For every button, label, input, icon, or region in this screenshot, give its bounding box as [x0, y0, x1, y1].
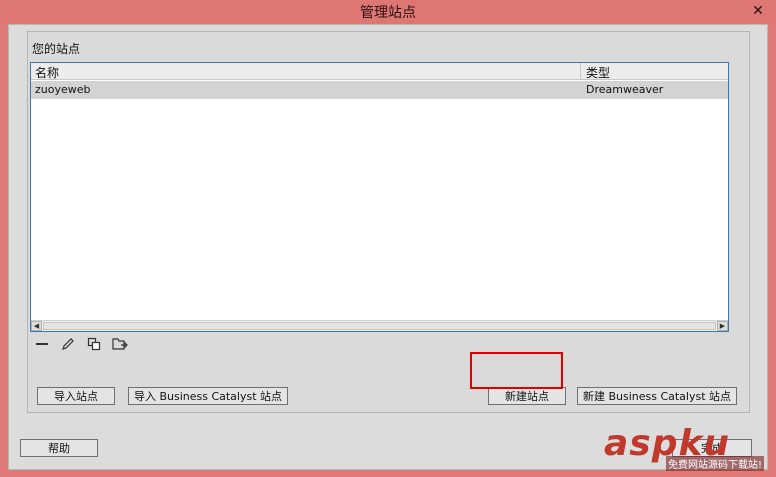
remove-site-button[interactable] [32, 336, 52, 352]
new-bc-site-button[interactable]: 新建 Business Catalyst 站点 [577, 387, 737, 405]
help-button[interactable]: 帮助 [20, 439, 98, 457]
export-site-button[interactable] [110, 336, 130, 352]
site-type-cell: Dreamweaver [586, 83, 664, 96]
duplicate-site-button[interactable] [84, 336, 104, 352]
scroll-thumb[interactable] [43, 322, 716, 330]
table-row[interactable]: zuoyeweb Dreamweaver [31, 81, 728, 99]
import-site-button[interactable]: 导入站点 [37, 387, 115, 405]
column-header-name[interactable]: 名称 [35, 64, 59, 81]
site-list[interactable]: 名称 类型 zuoyeweb Dreamweaver ◀ ▶ [30, 62, 729, 332]
column-divider[interactable] [580, 63, 581, 80]
site-name-cell: zuoyeweb [35, 83, 91, 96]
edit-icon [62, 338, 74, 350]
close-button[interactable]: ✕ [740, 0, 776, 22]
duplicate-icon [87, 337, 101, 351]
column-header-type[interactable]: 类型 [586, 64, 610, 81]
done-button[interactable]: 完成 [672, 439, 752, 457]
remove-icon [36, 343, 48, 345]
new-site-button[interactable]: 新建站点 [488, 387, 566, 405]
scroll-right-icon[interactable]: ▶ [717, 321, 728, 331]
window-title: 管理站点 [360, 5, 416, 21]
title-bar: 管理站点 ✕ [0, 0, 776, 24]
group-title: 您的站点 [32, 42, 81, 56]
scroll-left-icon[interactable]: ◀ [31, 321, 42, 331]
horizontal-scrollbar[interactable]: ◀ ▶ [31, 320, 728, 331]
close-icon: ✕ [752, 3, 764, 19]
import-bc-site-button[interactable]: 导入 Business Catalyst 站点 [128, 387, 288, 405]
sites-group: 您的站点 名称 类型 zuoyeweb Dreamweaver ◀ ▶ [27, 31, 750, 413]
export-icon [112, 338, 128, 350]
edit-site-button[interactable] [58, 336, 78, 352]
site-toolbar [32, 336, 130, 352]
list-header: 名称 类型 [31, 63, 728, 80]
